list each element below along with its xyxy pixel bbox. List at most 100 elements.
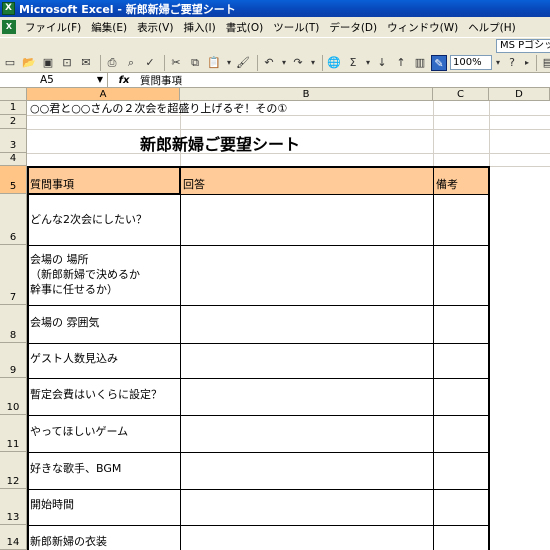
question-cell[interactable]: 新郎新婦の衣装 xyxy=(30,534,107,549)
chevron-down-icon[interactable]: ▼ xyxy=(97,73,103,87)
row-header-6[interactable]: 6 xyxy=(0,194,27,245)
excel-app-icon[interactable]: X xyxy=(2,2,15,15)
spreadsheet-grid[interactable]: A B C D 1 2 3 4 5 6 7 8 9 10 11 12 13 14… xyxy=(0,88,550,550)
table-divider xyxy=(433,166,434,550)
toolbar-options-icon[interactable]: ▸ xyxy=(523,55,531,71)
menu-format[interactable]: 書式(O) xyxy=(221,20,268,35)
zoom-dropdown-icon[interactable]: ▾ xyxy=(494,55,502,71)
question-cell[interactable]: 会場の 場所 xyxy=(30,252,89,267)
row-header-7[interactable]: 7 xyxy=(0,245,27,305)
row-header-12[interactable]: 12 xyxy=(0,452,27,489)
toolbar-separator xyxy=(257,54,258,71)
autosum-icon[interactable]: Σ xyxy=(345,55,361,71)
print-preview-icon[interactable]: ⌕ xyxy=(123,55,139,71)
function-icon[interactable]: fx xyxy=(108,75,140,86)
toolbar-separator xyxy=(164,54,165,71)
column-header-d[interactable]: D xyxy=(489,88,550,101)
name-box-value: A5 xyxy=(40,73,54,86)
row-header-13[interactable]: 13 xyxy=(0,489,27,525)
menu-edit[interactable]: 編集(E) xyxy=(86,20,132,35)
question-cell[interactable]: 好きな歌手、BGM xyxy=(30,461,121,476)
row-header-4[interactable]: 4 xyxy=(0,153,27,166)
row-header-14[interactable]: 14 xyxy=(0,525,27,550)
window-title: Microsoft Excel - 新郎新婦ご要望シート xyxy=(19,2,236,16)
table-divider xyxy=(27,245,489,246)
menu-file[interactable]: ファイル(F) xyxy=(20,20,86,35)
name-box[interactable]: A5 ▼ xyxy=(0,72,108,88)
column-header-a[interactable]: A xyxy=(27,88,180,101)
sheet-title[interactable]: 新郎新婦ご要望シート xyxy=(140,131,300,155)
select-all-corner[interactable] xyxy=(0,88,27,101)
question-cell-line2: （新郎新婦で決めるか xyxy=(30,268,140,281)
row-header-10[interactable]: 10 xyxy=(0,378,27,415)
drawing-icon[interactable]: ✎ xyxy=(431,54,447,71)
new-file-icon[interactable]: ▭ xyxy=(2,55,18,71)
redo-icon[interactable]: ↷ xyxy=(290,55,306,71)
menu-bar: X ファイル(F) 編集(E) 表示(V) 挿入(I) 書式(O) ツール(T)… xyxy=(0,17,550,37)
row-header-9[interactable]: 9 xyxy=(0,343,27,378)
save-icon[interactable]: ▣ xyxy=(40,55,56,71)
row-header-3[interactable]: 3 xyxy=(0,129,27,153)
paste-dropdown-icon[interactable]: ▾ xyxy=(225,55,233,71)
redo-dropdown-icon[interactable]: ▾ xyxy=(309,55,317,71)
email-icon[interactable]: ✉ xyxy=(78,55,94,71)
window-titlebar: X Microsoft Excel - 新郎新婦ご要望シート xyxy=(0,0,550,17)
standard-toolbar: ▭ 📂 ▣ ⊡ ✉ ⎙ ⌕ ✓ ✂ ⧉ 📋 ▾ 🖌 ↶ ▾ ↷ ▾ 🌐 Σ ▾ … xyxy=(0,53,550,73)
workbook-icon[interactable]: X xyxy=(2,20,16,34)
undo-dropdown-icon[interactable]: ▾ xyxy=(280,55,288,71)
toolbar-separator xyxy=(100,54,101,71)
row-header-11[interactable]: 11 xyxy=(0,415,27,452)
table-divider xyxy=(27,194,489,195)
formatting-toolbar: MS Pゴシック xyxy=(0,37,550,53)
hyperlink-icon[interactable]: 🌐 xyxy=(326,55,342,71)
question-cell-line3: 幹事に任せるか） xyxy=(30,283,118,296)
table-divider xyxy=(27,452,489,453)
menu-insert[interactable]: 挿入(I) xyxy=(178,20,220,35)
sort-descending-icon[interactable]: ↑ xyxy=(393,55,409,71)
gridline xyxy=(433,101,434,166)
paste-icon[interactable]: 📋 xyxy=(206,55,222,71)
table-divider xyxy=(27,305,489,306)
cut-icon[interactable]: ✂ xyxy=(168,55,184,71)
menu-help[interactable]: ヘルプ(H) xyxy=(463,20,521,35)
undo-icon[interactable]: ↶ xyxy=(261,55,277,71)
table-divider xyxy=(27,525,489,526)
row-header-5[interactable]: 5 xyxy=(0,166,27,194)
autosum-dropdown-icon[interactable]: ▾ xyxy=(364,55,372,71)
zoom-select[interactable]: 100% xyxy=(450,55,492,70)
row-header-2[interactable]: 2 xyxy=(0,115,27,129)
spelling-icon[interactable]: ✓ xyxy=(142,55,158,71)
toolbar-separator xyxy=(536,54,537,71)
menu-view[interactable]: 表示(V) xyxy=(132,20,178,35)
question-cell[interactable]: やってほしいゲーム xyxy=(30,424,128,439)
row-header-8[interactable]: 8 xyxy=(0,305,27,343)
copy-icon[interactable]: ⧉ xyxy=(187,55,203,71)
format-painter-icon[interactable]: 🖌 xyxy=(235,55,251,71)
question-cell[interactable]: どんな2次会にしたい？ xyxy=(30,212,147,227)
question-cell[interactable]: ゲスト人数見込み xyxy=(30,351,118,366)
open-folder-icon[interactable]: 📂 xyxy=(21,55,37,71)
folder-icon[interactable]: ▤ xyxy=(540,55,550,71)
gridline xyxy=(27,129,550,130)
sort-ascending-icon[interactable]: ↓ xyxy=(374,55,390,71)
table-divider xyxy=(27,343,489,344)
table-divider xyxy=(27,415,489,416)
menu-window[interactable]: ウィンドウ(W) xyxy=(382,20,463,35)
help-icon[interactable]: ? xyxy=(504,55,520,71)
permission-icon[interactable]: ⊡ xyxy=(59,55,75,71)
question-cell[interactable]: 開始時間 xyxy=(30,497,74,512)
cell-a1[interactable]: ○○君と○○さんの２次会を超盛り上げるぞ！その① xyxy=(30,101,287,116)
menu-tools[interactable]: ツール(T) xyxy=(268,20,324,35)
question-cell[interactable]: 暫定会費はいくらに設定？ xyxy=(30,387,162,402)
question-cell[interactable]: 会場の 雰囲気 xyxy=(30,315,100,330)
table-divider xyxy=(27,378,489,379)
column-header-c[interactable]: C xyxy=(433,88,489,101)
column-header-b[interactable]: B xyxy=(180,88,433,101)
row-header-1[interactable]: 1 xyxy=(0,101,27,115)
menu-data[interactable]: データ(D) xyxy=(324,20,382,35)
print-icon[interactable]: ⎙ xyxy=(104,55,120,71)
chart-wizard-icon[interactable]: ▥ xyxy=(412,55,428,71)
formula-input[interactable]: 質問事項 xyxy=(140,73,182,88)
font-name-select[interactable]: MS Pゴシック xyxy=(496,39,550,53)
table-divider xyxy=(180,166,181,550)
